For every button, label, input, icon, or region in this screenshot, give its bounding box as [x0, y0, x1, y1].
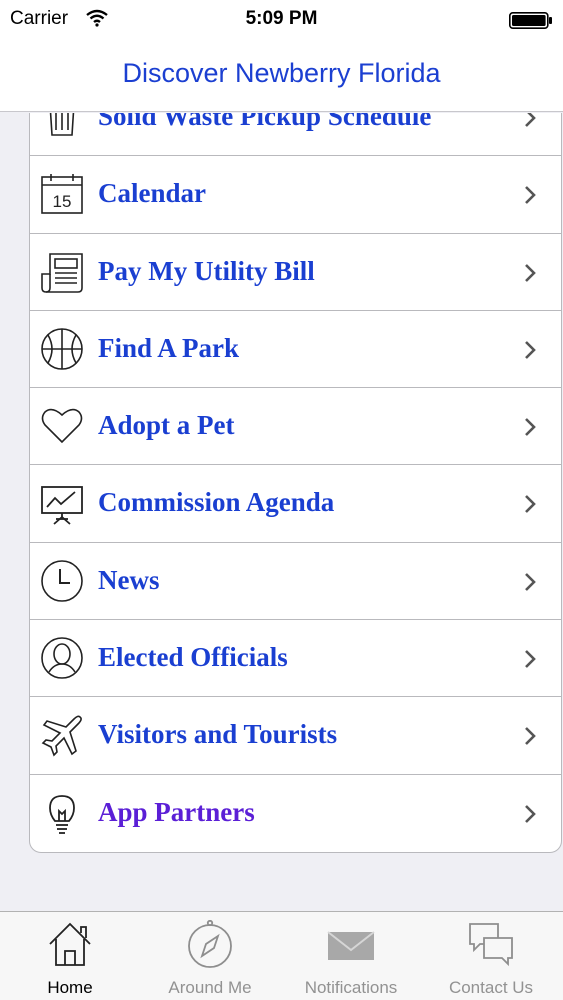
- clock-icon: [40, 559, 84, 603]
- chevron-right-icon: [525, 113, 536, 127]
- basketball-icon: [40, 327, 84, 371]
- tab-label: Notifications: [304, 978, 398, 997]
- menu-scroll-area[interactable]: Solid Waste Pickup Schedule 15 Calendar: [0, 113, 563, 911]
- menu-item-solid-waste[interactable]: Solid Waste Pickup Schedule: [30, 113, 561, 157]
- tab-label: Home: [47, 978, 93, 997]
- tab-label: Contact Us: [448, 978, 534, 997]
- chevron-right-icon: [525, 263, 536, 282]
- menu-item-calendar[interactable]: 15 Calendar: [30, 156, 561, 234]
- page-title: Discover Newberry Florida: [122, 58, 441, 88]
- menu-item-news[interactable]: News: [30, 543, 561, 621]
- chevron-right-icon: [525, 572, 536, 591]
- chevron-right-icon: [525, 340, 536, 359]
- menu-item-label: Find A Park: [98, 332, 240, 363]
- trash-icon: [40, 113, 84, 139]
- menu-item-label: Visitors and Tourists: [98, 719, 338, 750]
- menu-item-label: Elected Officials: [98, 642, 288, 673]
- airplane-icon: [40, 713, 84, 757]
- navigation-bar: Discover Newberry Florida: [0, 40, 563, 112]
- tab-home[interactable]: Home: [0, 912, 140, 1000]
- menu-item-label: News: [98, 564, 160, 595]
- status-bar: Carrier 5:09 PM: [0, 0, 563, 40]
- calendar-icon: 15: [40, 172, 84, 216]
- chat-bubbles-icon: [469, 923, 513, 967]
- envelope-icon: [327, 931, 375, 960]
- menu-item-app-partners[interactable]: App Partners: [30, 775, 561, 852]
- tab-notifications[interactable]: Notifications: [281, 912, 421, 1000]
- menu-item-adopt-a-pet[interactable]: Adopt a Pet: [30, 388, 561, 466]
- menu-item-commission-agenda[interactable]: Commission Agenda: [30, 465, 561, 543]
- tab-contact-us[interactable]: Contact Us: [421, 912, 561, 1000]
- heart-icon: [40, 404, 84, 448]
- menu-item-pay-utility-bill[interactable]: Pay My Utility Bill: [30, 234, 561, 311]
- menu-item-label: Pay My Utility Bill: [98, 255, 315, 286]
- presentation-icon: [40, 481, 84, 526]
- chevron-right-icon: [525, 495, 536, 514]
- menu-item-label: App Partners: [98, 796, 255, 827]
- menu-list: Solid Waste Pickup Schedule 15 Calendar: [29, 113, 562, 853]
- lightbulb-icon: [40, 791, 84, 835]
- chevron-right-icon: [525, 727, 536, 746]
- chevron-right-icon: [525, 650, 536, 668]
- menu-item-find-a-park[interactable]: Find A Park: [30, 311, 561, 389]
- chevron-right-icon: [525, 804, 536, 823]
- chevron-right-icon: [525, 186, 536, 205]
- chevron-right-icon: [525, 418, 536, 437]
- compass-icon: [188, 920, 232, 968]
- home-icon: [49, 922, 91, 966]
- battery-icon: [509, 12, 552, 29]
- calendar-day: 15: [53, 192, 72, 211]
- menu-item-label: Solid Waste Pickup Schedule: [98, 113, 432, 131]
- menu-item-visitors-and-tourists[interactable]: Visitors and Tourists: [30, 697, 561, 775]
- tab-label: Around Me: [168, 978, 252, 997]
- menu-item-label: Adopt a Pet: [98, 410, 235, 441]
- menu-item-label: Calendar: [98, 178, 206, 209]
- bill-icon: [40, 250, 84, 294]
- person-icon: [40, 636, 84, 680]
- status-time: 5:09 PM: [245, 8, 318, 29]
- tab-bar: Home Around Me Notifications Contact Us: [0, 911, 563, 1000]
- tab-around-me[interactable]: Around Me: [140, 912, 280, 1000]
- menu-item-elected-officials[interactable]: Elected Officials: [30, 620, 561, 698]
- menu-item-label: Commission Agenda: [98, 487, 335, 518]
